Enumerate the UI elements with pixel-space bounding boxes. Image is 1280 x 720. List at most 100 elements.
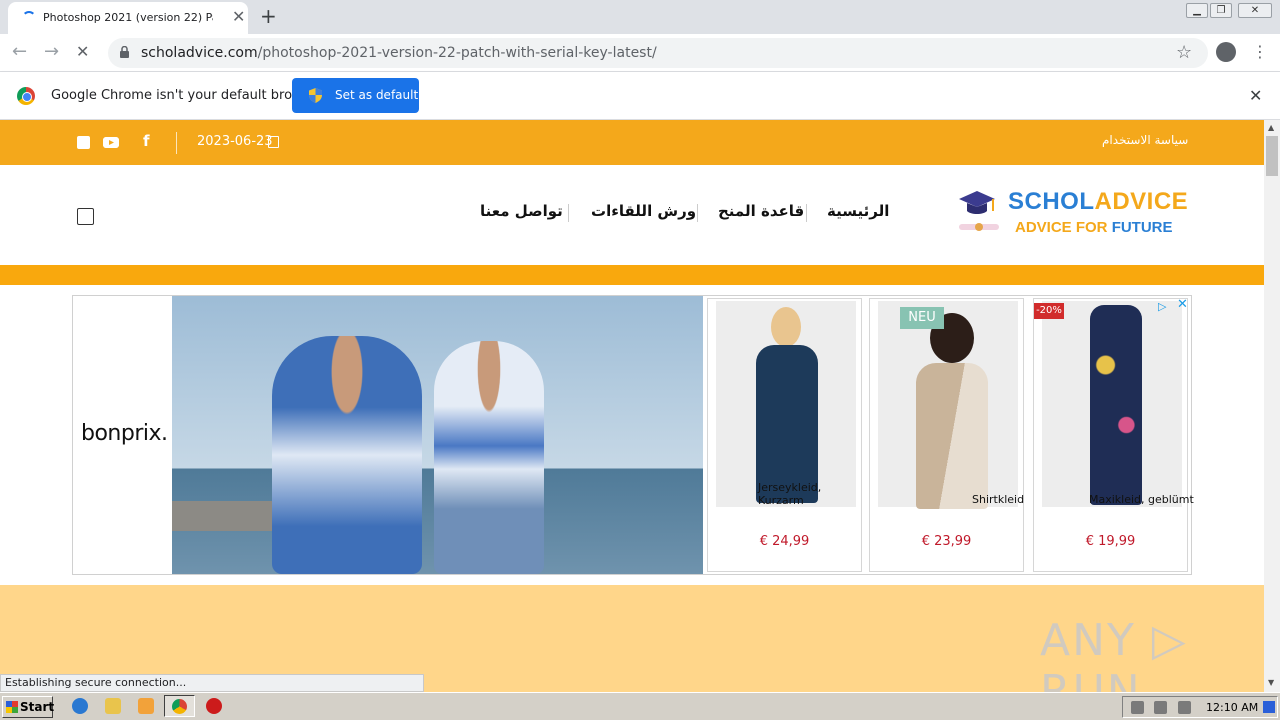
logo-name-part2: ADVICE — [1094, 188, 1189, 215]
shield-icon — [309, 88, 322, 103]
infobar-message: Google Chrome isn't your default browser — [51, 88, 323, 103]
forward-button[interactable]: → — [44, 42, 59, 62]
divider — [176, 132, 177, 154]
logo-name-part1: SCHOL — [1008, 188, 1095, 215]
nav-item-home[interactable]: الرئيسية — [827, 202, 889, 220]
twitter-icon[interactable] — [77, 136, 90, 149]
logo-tagline-part1: ADVICE FOR — [1015, 219, 1112, 236]
chrome-logo-icon — [17, 87, 35, 105]
header-accent-strip — [0, 265, 1264, 285]
diploma-scroll-icon — [959, 223, 999, 231]
window-close-button[interactable]: ✕ — [1238, 3, 1272, 18]
nav-item-contact[interactable]: تواصل معنا — [480, 202, 563, 220]
product-image — [716, 301, 856, 507]
nav-divider — [568, 204, 569, 222]
scroll-down-arrow-icon[interactable]: ▼ — [1268, 678, 1274, 687]
hero-model-left — [272, 336, 422, 574]
product-image: NEU — [878, 301, 1018, 509]
scroll-up-arrow-icon[interactable]: ▲ — [1268, 123, 1274, 132]
browser-tab[interactable]: Photoshop 2021 (version 22) Patch with S… — [8, 2, 248, 34]
youtube-icon[interactable] — [103, 137, 119, 148]
windows-flag-icon — [6, 701, 18, 713]
nav-divider — [697, 204, 698, 222]
url-text: scholadvice.com/photoshop-2021-version-2… — [141, 45, 657, 61]
lock-icon — [120, 46, 129, 58]
ad-brand-logo[interactable]: bonprix. — [81, 421, 168, 446]
set-as-default-button[interactable]: Set as default — [292, 78, 419, 113]
opera-icon[interactable] — [206, 698, 222, 714]
internet-explorer-icon[interactable] — [72, 698, 88, 714]
logo-tagline-part2: FUTURE — [1111, 219, 1173, 236]
loading-spinner-icon — [22, 11, 36, 25]
ad-close-icon[interactable]: ✕ — [1177, 297, 1188, 312]
ad-hero-image[interactable] — [172, 296, 703, 574]
hero-model-right — [434, 341, 544, 574]
default-browser-infobar: Google Chrome isn't your default browser… — [0, 72, 1280, 120]
calendar-icon — [268, 136, 279, 148]
nav-item-scholarships[interactable]: قاعدة المنح — [718, 202, 804, 220]
scroll-thumb[interactable] — [1266, 136, 1278, 176]
show-desktop-icon[interactable] — [1263, 701, 1275, 713]
window-maximize-button[interactable]: ❐ — [1210, 3, 1232, 18]
facebook-icon[interactable]: f — [143, 132, 150, 150]
address-bar[interactable]: scholadvice.com/photoshop-2021-version-2… — [108, 38, 1208, 68]
back-button[interactable]: ← — [12, 42, 27, 62]
status-bubble: Establishing secure connection... — [0, 674, 424, 692]
bookmark-star-icon[interactable]: ☆ — [1176, 42, 1192, 63]
action-center-flag-icon[interactable] — [1178, 701, 1191, 714]
nav-divider — [806, 204, 807, 222]
taskbar-clock[interactable]: 12:10 AM — [1206, 701, 1258, 714]
anyrun-watermark: ANY ▷ RUN — [1040, 615, 1188, 692]
new-badge: NEU — [900, 307, 944, 329]
ad-product-card[interactable]: NEU Shirtkleid € 23,99 — [869, 298, 1024, 572]
site-top-bar: f 2023-06-23 سياسة الاستخدام — [0, 120, 1264, 165]
chrome-menu-icon[interactable]: ⋮ — [1252, 42, 1268, 62]
product-label: Shirtkleid — [972, 493, 1025, 506]
ad-product-card[interactable]: Jerseykleid, Kurzarm € 24,99 — [707, 298, 862, 572]
tab-close-icon[interactable]: ✕ — [232, 9, 245, 25]
adchoices-icon[interactable]: ▷ — [1158, 300, 1166, 313]
discount-badge: -20% — [1034, 303, 1064, 319]
start-label: Start — [20, 700, 55, 714]
product-image — [1042, 301, 1182, 507]
site-header: تواصل معنا ورش اللقاءات قاعدة المنح الرئ… — [0, 165, 1264, 265]
maxi-dress-image — [1090, 305, 1142, 505]
search-icon[interactable] — [77, 208, 94, 225]
bonprix-ad-banner[interactable]: bonprix. Jerseykleid, Kurzarm € 24,99 NE… — [72, 295, 1194, 575]
nav-item-workshops[interactable]: ورش اللقاءات — [591, 202, 696, 220]
ad-product-card[interactable]: -20% Maxikleid, geblümt € 19,99 — [1033, 298, 1194, 572]
product-label: Jerseykleid, Kurzarm — [758, 481, 822, 507]
network-icon[interactable] — [1154, 701, 1167, 714]
logo-tagline: ADVICE FOR FUTURE — [1015, 219, 1173, 236]
jersey-dress-image — [756, 345, 818, 503]
model-head — [771, 307, 801, 347]
tab-title: Photoshop 2021 (version 22) Patch with S… — [43, 11, 213, 24]
page-viewport: f 2023-06-23 سياسة الاستخدام تواصل معنا … — [0, 120, 1264, 692]
product-price: € 24,99 — [759, 534, 810, 549]
product-label: Maxikleid, geblümt — [1089, 493, 1194, 506]
infobar-close-icon[interactable]: ✕ — [1249, 86, 1262, 105]
logo-name: SCHOLADVICE — [1008, 188, 1188, 216]
product-price: € 23,99 — [921, 534, 972, 549]
site-logo[interactable]: SCHOLADVICE ADVICE FOR FUTURE — [955, 187, 1190, 242]
media-player-icon[interactable] — [138, 698, 154, 714]
windows-taskbar: Start 12:10 AM — [0, 692, 1280, 720]
profile-avatar-icon[interactable] — [1216, 42, 1236, 62]
page-scrollbar[interactable]: ▲ ▼ — [1264, 120, 1280, 692]
terms-of-use-link[interactable]: سياسة الاستخدام — [1102, 133, 1188, 147]
date-label: 2023-06-23 — [197, 134, 273, 149]
url-domain: scholadvice.com — [141, 45, 258, 61]
file-explorer-icon[interactable] — [105, 698, 121, 714]
hero-coastline — [172, 501, 282, 531]
start-button[interactable]: Start — [2, 696, 55, 718]
shirt-dress-image — [916, 363, 988, 509]
set-as-default-label: Set as default — [335, 88, 419, 102]
window-minimize-button[interactable]: ▁ — [1186, 3, 1208, 18]
system-tray: 12:10 AM — [1122, 696, 1278, 718]
chrome-taskbar-button[interactable] — [164, 695, 195, 717]
volume-icon[interactable] — [1131, 701, 1144, 714]
stop-loading-button[interactable]: ✕ — [76, 42, 89, 62]
new-tab-button[interactable]: + — [260, 6, 277, 26]
tab-strip: Photoshop 2021 (version 22) Patch with S… — [0, 0, 1280, 34]
product-price: € 19,99 — [1085, 534, 1136, 549]
